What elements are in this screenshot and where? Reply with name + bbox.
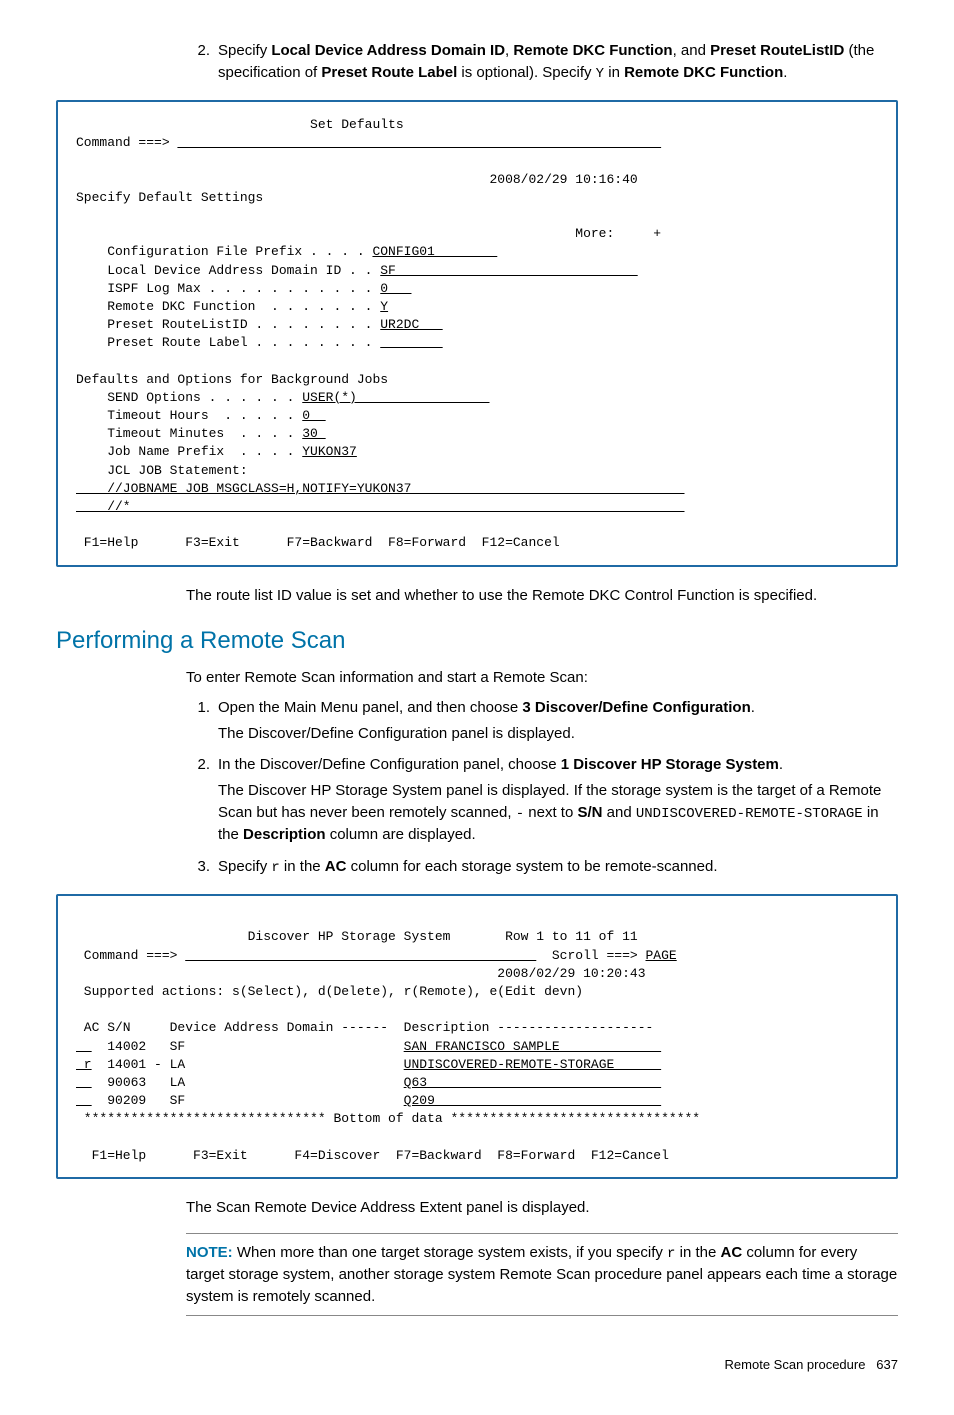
ac-input[interactable]: r (76, 1057, 92, 1072)
step-1-sub: The Discover/Define Configuration panel … (218, 723, 898, 745)
field-label: ISPF Log Max . . . . . . . . . . . (76, 281, 380, 296)
table-row: 14001 - LA (92, 1057, 404, 1072)
supported-actions: Supported actions: s(Select), d(Delete),… (76, 984, 583, 999)
ac-input[interactable]: _ (76, 1075, 92, 1090)
intro-text: To enter Remote Scan information and sta… (186, 667, 898, 689)
description-cell: UNDISCOVERED-REMOTE-STORAGE (404, 1057, 661, 1072)
remote-scan-steps: 1. Open the Main Menu panel, and then ch… (186, 697, 898, 878)
panel-title: Set Defaults (76, 117, 404, 132)
after-term1-text: The route list ID value is set and wheth… (186, 585, 898, 607)
timeout-hours-input[interactable]: 0 (302, 408, 325, 423)
table-row: 90063 LA (92, 1075, 404, 1090)
field-label: Job Name Prefix . . . . (76, 444, 302, 459)
step-text: Specify Local Device Address Domain ID, … (218, 42, 874, 81)
description-cell: Q63 (404, 1075, 661, 1090)
remote-dkc-function-input[interactable]: Y (380, 299, 388, 314)
field-label: SEND Options . . . . . . (76, 390, 302, 405)
field-label: Remote DKC Function . . . . . . . (76, 299, 380, 314)
after-term2: The Scan Remote Device Address Extent pa… (186, 1197, 898, 1317)
description-cell: Q209 (404, 1093, 661, 1108)
command-prompt-label: Command ===> (76, 948, 185, 963)
ac-input[interactable]: _ (76, 1039, 92, 1054)
function-keys: F1=Help F3=Exit F4=Discover F7=Backward … (76, 1148, 669, 1163)
description-cell: SAN FRANCISCO SAMPLE (404, 1039, 661, 1054)
field-label: Timeout Minutes . . . . (76, 426, 302, 441)
field-label: Local Device Address Domain ID . . (76, 263, 380, 278)
command-input[interactable] (177, 135, 661, 150)
step-1: 1. Open the Main Menu panel, and then ch… (186, 697, 898, 745)
discover-storage-panel: Discover HP Storage System Row 1 to 11 o… (56, 894, 898, 1179)
jcl-line-1-input[interactable]: //JOBNAME JOB MSGCLASS=H,NOTIFY=YUKON37 (76, 481, 685, 496)
step-2: 2. In the Discover/Define Configuration … (186, 754, 898, 846)
more-indicator: More: + (76, 226, 661, 241)
field-label: Preset Route Label . . . . . . . . (76, 335, 380, 350)
jcl-label: JCL JOB Statement: (76, 463, 248, 478)
note-label: NOTE: (186, 1244, 233, 1261)
section-heading: Performing a Remote Scan (56, 624, 898, 659)
page-footer: Remote Scan procedure 637 (56, 1356, 898, 1375)
intro-steps: 2. Specify Local Device Address Domain I… (186, 40, 898, 84)
step-2-sub: The Discover HP Storage System panel is … (218, 780, 898, 846)
field-label: Configuration File Prefix . . . . (76, 244, 372, 259)
timestamp: 2008/02/29 10:20:43 (76, 966, 646, 981)
config-file-prefix-input[interactable]: CONFIG01 (372, 244, 497, 259)
column-headers: AC S/N Device Address Domain ------ Desc… (76, 1020, 653, 1035)
send-options-input[interactable]: USER(*) (302, 390, 489, 405)
panel-title: Discover HP Storage System Row 1 to 11 o… (76, 929, 638, 944)
table-row: 14002 SF (92, 1039, 404, 1054)
command-input[interactable] (185, 948, 536, 963)
table-row: 90209 SF (92, 1093, 404, 1108)
step-number: 2. (186, 40, 210, 62)
local-device-domain-input[interactable]: SF (380, 263, 637, 278)
ac-input[interactable]: _ (76, 1093, 92, 1108)
command-prompt-label: Command ===> (76, 135, 177, 150)
scroll-input[interactable]: PAGE (646, 948, 677, 963)
ispf-log-max-input[interactable]: 0 (380, 281, 411, 296)
jcl-line-2-input[interactable]: //* (76, 499, 685, 514)
step-3: 3. Specify r in the AC column for each s… (186, 856, 898, 878)
field-label: Timeout Hours . . . . . (76, 408, 302, 423)
bottom-of-data: ******************************* Bottom o… (76, 1111, 700, 1126)
preset-routelistid-input[interactable]: UR2DC (380, 317, 442, 332)
field-label: Preset RouteListID . . . . . . . . (76, 317, 380, 332)
function-keys: F1=Help F3=Exit F7=Backward F8=Forward F… (76, 535, 560, 550)
timestamp: 2008/02/29 10:16:40 (76, 172, 638, 187)
specify-heading: Specify Default Settings (76, 190, 263, 205)
intro-step-2: 2. Specify Local Device Address Domain I… (186, 40, 898, 84)
job-name-prefix-input[interactable]: YUKON37 (302, 444, 357, 459)
preset-route-label-input[interactable] (380, 335, 442, 350)
set-defaults-panel: Set Defaults Command ===> 2008/02/29 10:… (56, 100, 898, 567)
remote-scan-body: To enter Remote Scan information and sta… (186, 667, 898, 878)
note-block: NOTE: When more than one target storage … (186, 1233, 898, 1317)
timeout-minutes-input[interactable]: 30 (302, 426, 325, 441)
bg-jobs-heading: Defaults and Options for Background Jobs (76, 372, 388, 387)
